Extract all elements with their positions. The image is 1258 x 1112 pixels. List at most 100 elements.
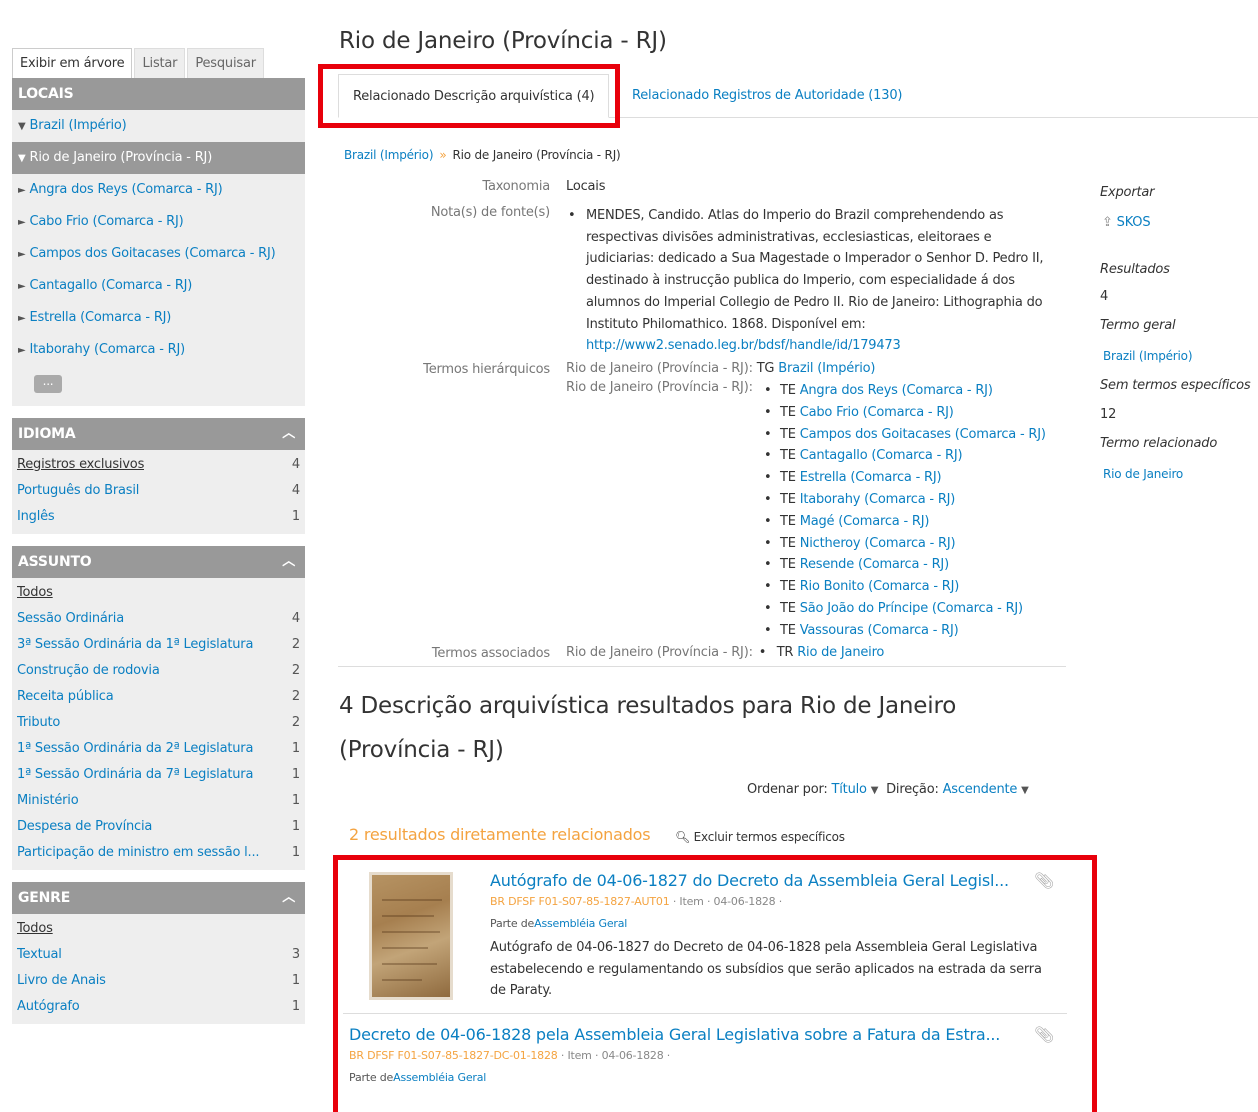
facet-item-label[interactable]: Registros exclusivos <box>17 452 144 478</box>
load-more-button[interactable]: ... <box>34 375 62 393</box>
narrower-term-link[interactable]: Cantagallo (Comarca - RJ) <box>800 448 963 463</box>
facet-item-label[interactable]: Construção de rodovia <box>17 658 160 684</box>
facet-idioma-heading[interactable]: IDIOMA ︿ <box>12 418 305 450</box>
facet-item[interactable]: Participação de ministro em sessão l... 1 <box>12 840 305 866</box>
sort-direction-dropdown[interactable]: Ascendente ▼ <box>943 782 1029 797</box>
facet-item[interactable]: Autógrafo 1 <box>12 994 305 1020</box>
facet-item-count: 1 <box>291 741 300 756</box>
tab-related-authority[interactable]: Relacionado Registros de Autoridade (130… <box>618 74 916 118</box>
caret-right-icon[interactable]: ► <box>18 185 26 196</box>
narrower-term-item: • TE Cantagallo (Comarca - RJ) <box>760 445 1046 467</box>
sort-field-dropdown[interactable]: Título ▼ <box>832 782 879 797</box>
narrower-term-link[interactable]: Nictheroy (Comarca - RJ) <box>800 536 956 551</box>
facet-item[interactable]: 1ª Sessão Ordinária da 7ª Legislatura 1 <box>12 762 305 788</box>
facet-item[interactable]: Registros exclusivos 4 <box>12 452 305 478</box>
facet-item-label[interactable]: Receita pública <box>17 684 113 710</box>
narrower-term-item: • TE São João do Príncipe (Comarca - RJ) <box>760 598 1046 620</box>
facet-item-label[interactable]: Sessão Ordinária <box>17 606 124 632</box>
narrower-term-link[interactable]: São João do Príncipe (Comarca - RJ) <box>800 601 1023 616</box>
facet-item-label[interactable]: Livro de Anais <box>17 968 106 994</box>
caret-down-icon[interactable]: ▼ <box>18 121 26 132</box>
facet-item[interactable]: Português do Brasil 4 <box>12 478 305 504</box>
te-code: TE <box>780 600 796 616</box>
facet-item-label[interactable]: Inglês <box>17 504 55 530</box>
narrower-term-item: • TE Magé (Comarca - RJ) <box>760 511 1046 533</box>
facet-item-label[interactable]: Autógrafo <box>17 994 79 1020</box>
broader-term-link[interactable]: Brazil (Império) <box>778 361 875 376</box>
facet-item[interactable]: Sessão Ordinária 4 <box>12 606 305 632</box>
narrower-term-item: • TE Rio Bonito (Comarca - RJ) <box>760 576 1046 598</box>
related-link[interactable]: Rio de Janeiro <box>1103 467 1183 481</box>
taxonomy-link[interactable]: Locais <box>566 179 605 194</box>
chevron-up-icon[interactable]: ︿ <box>282 882 295 914</box>
narrower-term-link[interactable]: Itaborahy (Comarca - RJ) <box>800 492 956 507</box>
bullet: • <box>764 513 772 529</box>
facet-item-label[interactable]: Participação de ministro em sessão l... <box>17 840 259 866</box>
tree-item[interactable]: ► Cantagallo (Comarca - RJ) <box>12 270 305 302</box>
source-note-link[interactable]: http://www2.senado.leg.br/bdsf/handle/id… <box>586 338 901 353</box>
tree-item[interactable]: ► Estrella (Comarca - RJ) <box>12 302 305 334</box>
narrower-term-link[interactable]: Rio Bonito (Comarca - RJ) <box>800 579 960 594</box>
facet-item[interactable]: 1ª Sessão Ordinária da 2ª Legislatura 1 <box>12 736 305 762</box>
facet-item[interactable]: Receita pública 2 <box>12 684 305 710</box>
caret-right-icon[interactable]: ► <box>18 281 26 292</box>
facet-item[interactable]: 3ª Sessão Ordinária da 1ª Legislatura 2 <box>12 632 305 658</box>
narrower-term-link[interactable]: Estrella (Comarca - RJ) <box>800 470 942 485</box>
tab-tree-view[interactable]: Exibir em árvore <box>12 48 133 78</box>
sort-label: Ordenar por: <box>747 782 828 797</box>
facet-item-label[interactable]: 1ª Sessão Ordinária da 2ª Legislatura <box>17 736 253 762</box>
caret-right-icon[interactable]: ► <box>18 345 26 356</box>
facet-item[interactable]: Textual 3 <box>12 942 305 968</box>
narrower-term-item: • TE Itaborahy (Comarca - RJ) <box>760 489 1046 511</box>
facet-item[interactable]: Livro de Anais 1 <box>12 968 305 994</box>
facet-item-label[interactable]: Textual <box>17 942 62 968</box>
broader-heading: Termo geral <box>1100 318 1176 333</box>
narrower-term-link[interactable]: Cabo Frio (Comarca - RJ) <box>800 405 954 420</box>
facet-item[interactable]: Inglês 1 <box>12 504 305 530</box>
skos-export-link[interactable]: ⇪ SKOS <box>1102 215 1151 230</box>
caret-down-icon[interactable]: ▼ <box>18 153 26 164</box>
facet-item-label[interactable]: Português do Brasil <box>17 478 139 504</box>
facet-item[interactable]: Todos <box>12 916 305 942</box>
caret-right-icon[interactable]: ► <box>18 217 26 228</box>
tree-item[interactable]: ► Itaborahy (Comarca - RJ) <box>12 334 305 366</box>
tree-item[interactable]: ► Cabo Frio (Comarca - RJ) <box>12 206 305 238</box>
tree-item[interactable]: ▼ Brazil (Império) <box>12 110 305 142</box>
narrower-term-link[interactable]: Angra dos Reys (Comarca - RJ) <box>800 383 993 398</box>
related-term-link[interactable]: Rio de Janeiro <box>797 645 884 660</box>
facet-item-label[interactable]: Tributo <box>17 710 60 736</box>
breadcrumb-parent[interactable]: Brazil (Império) <box>344 148 434 162</box>
facet-item[interactable]: Despesa de Província 1 <box>12 814 305 840</box>
facet-item-label[interactable]: Todos <box>17 916 53 942</box>
tab-search[interactable]: Pesquisar <box>187 48 264 78</box>
tree-item[interactable]: ▼ Rio de Janeiro (Província - RJ) <box>12 142 305 174</box>
export-heading: Exportar <box>1100 185 1155 200</box>
facet-item[interactable]: Construção de rodovia 2 <box>12 658 305 684</box>
facet-item[interactable]: Tributo 2 <box>12 710 305 736</box>
exclude-narrower-button[interactable]: 🔍︎ Excluir termos específicos <box>675 830 845 844</box>
narrower-term-link[interactable]: Campos dos Goitacases (Comarca - RJ) <box>800 427 1046 442</box>
narrower-term-link[interactable]: Resende (Comarca - RJ) <box>800 557 949 572</box>
facet-genre-heading[interactable]: GENRE ︿ <box>12 882 305 914</box>
narrower-term-link[interactable]: Magé (Comarca - RJ) <box>800 514 930 529</box>
places-tree: ▼ Brazil (Império) ▼ Rio de Janeiro (Provín… <box>12 110 305 366</box>
chevron-up-icon[interactable]: ︿ <box>282 546 295 578</box>
facet-item-label[interactable]: 3ª Sessão Ordinária da 1ª Legislatura <box>17 632 253 658</box>
narrower-term-link[interactable]: Vassouras (Comarca - RJ) <box>800 623 959 638</box>
facet-item-label[interactable]: Todos <box>17 580 53 606</box>
caret-right-icon[interactable]: ► <box>18 313 26 324</box>
broader-link[interactable]: Brazil (Império) <box>1103 349 1193 363</box>
chevron-up-icon[interactable]: ︿ <box>282 418 295 450</box>
bullet: • <box>764 448 772 464</box>
facet-item[interactable]: Todos <box>12 580 305 606</box>
facet-item[interactable]: Ministério 1 <box>12 788 305 814</box>
facet-item-label[interactable]: Despesa de Província <box>17 814 152 840</box>
caret-right-icon[interactable]: ► <box>18 249 26 260</box>
facet-assunto-heading[interactable]: ASSUNTO ︿ <box>12 546 305 578</box>
facet-item-label[interactable]: 1ª Sessão Ordinária da 7ª Legislatura <box>17 762 253 788</box>
tree-item[interactable]: ► Campos dos Goitacases (Comarca - RJ) <box>12 238 305 270</box>
tree-item-label: Campos dos Goitacases (Comarca - RJ) <box>29 246 276 261</box>
tab-list[interactable]: Listar <box>134 48 186 78</box>
facet-item-label[interactable]: Ministério <box>17 788 78 814</box>
tree-item[interactable]: ► Angra dos Reys (Comarca - RJ) <box>12 174 305 206</box>
